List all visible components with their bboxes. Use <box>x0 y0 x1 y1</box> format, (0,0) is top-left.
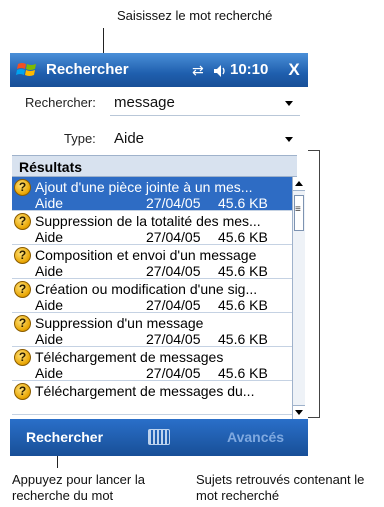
caption-enter-word: Saisissez le mot recherché <box>117 8 273 23</box>
list-item-type: Aide <box>35 263 64 279</box>
list-item-title: Suppression de la totalité des mes... <box>35 213 261 229</box>
list-item-size: 45.6 KB <box>218 263 268 279</box>
list-item-title: Ajout d'une pièce jointe à un mes... <box>35 179 253 195</box>
list-item-size: 45.6 KB <box>218 195 268 211</box>
menu-bar: Rechercher Avancés <box>10 419 308 456</box>
list-item-size: 45.6 KB <box>218 229 268 245</box>
search-label: Rechercher: <box>25 95 96 110</box>
list-item-size: 45.6 KB <box>218 297 268 313</box>
list-item-date: 27/04/05 <box>146 297 201 313</box>
list-item[interactable]: ? Suppression d'un message Aide 27/04/05 45.… <box>12 313 292 347</box>
scroll-thumb[interactable] <box>294 195 304 231</box>
search-input-underline <box>110 115 300 116</box>
caption-launch-search-line1: Appuyez pour lancer la <box>12 472 145 487</box>
question-mark-icon: ? <box>14 383 31 400</box>
type-label: Type: <box>64 131 96 146</box>
question-mark-icon: ? <box>14 247 31 264</box>
list-item-title: Création ou modification d'une sig... <box>35 281 258 297</box>
question-mark-icon: ? <box>14 213 31 230</box>
list-item[interactable]: ? Création ou modification d'une sig... Ai… <box>12 279 292 313</box>
list-item-title: Suppression d'un message <box>35 315 204 331</box>
search-input[interactable]: message <box>114 94 175 111</box>
keyboard-icon[interactable] <box>148 429 170 445</box>
question-mark-icon: ? <box>14 281 31 298</box>
list-item-date: 27/04/05 <box>146 195 201 211</box>
list-item[interactable]: ? Téléchargement de messages Aide 27/04/05 4… <box>12 347 292 381</box>
list-item[interactable]: ? Composition et envoi d'un message Aide 27… <box>12 245 292 279</box>
list-item-title: Composition et envoi d'un message <box>35 247 257 263</box>
caption-found-topics-line1: Sujets retrouvés contenant le <box>196 472 365 487</box>
list-item[interactable]: ? Ajout d'une pièce jointe à un mes... Aid… <box>12 177 292 211</box>
search-button[interactable]: Rechercher <box>26 429 103 445</box>
connection-arrows-icon[interactable]: ⇄ <box>192 62 204 79</box>
windows-flag-icon[interactable] <box>16 59 38 81</box>
list-item-title: Téléchargement de messages <box>35 349 224 365</box>
caption-launch-search: Appuyez pour lancer la recherche du mot <box>12 472 145 504</box>
list-item[interactable]: ? Téléchargement de messages du... <box>12 381 292 415</box>
speaker-icon[interactable] <box>213 63 229 79</box>
results-scrollbar[interactable] <box>292 177 305 419</box>
list-item-date: 27/04/05 <box>146 365 201 381</box>
list-item-type: Aide <box>35 195 64 211</box>
list-item-type: Aide <box>35 229 64 245</box>
results-bracket <box>308 150 320 418</box>
title-bar: Rechercher ⇄ 10:10 X <box>10 53 308 87</box>
question-mark-icon: ? <box>14 315 31 332</box>
list-item[interactable]: ? Suppression de la totalité des mes... Ai… <box>12 211 292 245</box>
scroll-up-icon[interactable] <box>293 177 305 191</box>
type-dropdown-arrow-icon[interactable] <box>285 137 293 142</box>
scroll-down-icon[interactable] <box>293 405 305 419</box>
results-header: Résultats <box>12 155 297 177</box>
caption-launch-search-line2: recherche du mot <box>12 488 114 503</box>
list-item-size: 45.6 KB <box>218 331 268 347</box>
list-item-date: 27/04/05 <box>146 229 201 245</box>
clock[interactable]: 10:10 <box>230 61 268 78</box>
search-dropdown-arrow-icon[interactable] <box>285 101 293 106</box>
type-select[interactable]: Aide <box>114 130 144 147</box>
list-item-type: Aide <box>35 331 64 347</box>
list-item-size: 45.6 KB <box>218 365 268 381</box>
list-item-title: Téléchargement de messages du... <box>35 383 255 399</box>
list-item-date: 27/04/05 <box>146 263 201 279</box>
question-mark-icon: ? <box>14 349 31 366</box>
window-title: Rechercher <box>46 61 129 78</box>
results-list: ? Ajout d'une pièce jointe à un mes... Aid… <box>12 177 292 419</box>
device-screen: Rechercher ⇄ 10:10 X Rechercher: message… <box>10 53 308 456</box>
advanced-button[interactable]: Avancés <box>227 429 284 445</box>
caption-found-topics-line2: mot recherché <box>196 488 280 503</box>
close-button[interactable]: X <box>282 58 306 82</box>
question-mark-icon: ? <box>14 179 31 196</box>
list-item-type: Aide <box>35 297 64 313</box>
list-item-date: 27/04/05 <box>146 331 201 347</box>
list-item-type: Aide <box>35 365 64 381</box>
caption-found-topics: Sujets retrouvés contenant le mot recher… <box>196 472 364 504</box>
